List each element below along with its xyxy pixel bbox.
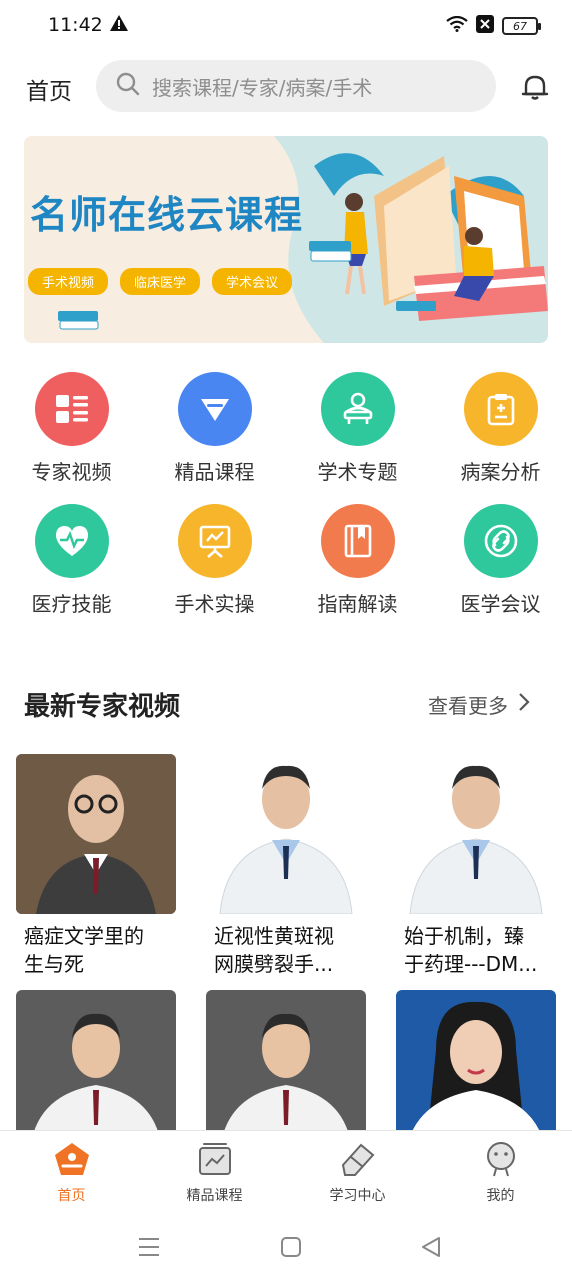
category-label: 医学会议 xyxy=(460,592,541,616)
video-thumbnail xyxy=(16,990,176,1150)
banner-title: 名师在线云课程 xyxy=(30,193,304,237)
list-icon xyxy=(34,372,109,446)
sim-off-icon xyxy=(476,15,494,37)
clipboard-icon xyxy=(463,372,538,446)
status-time: 11:42 xyxy=(48,14,103,36)
category-grid: 专家视频 精品课程 学术专题 病案分析 医疗技能 手术实操 指南解读 医学会议 xyxy=(0,372,572,636)
category-academic-topic[interactable]: 学术专题 xyxy=(286,372,429,504)
profile-icon xyxy=(484,1141,518,1181)
bottom-nav: 首页 精品课程 学习中心 我的 xyxy=(0,1130,572,1216)
video-card[interactable]: 近视性黄斑视 网膜劈裂手... xyxy=(206,754,366,978)
system-nav-bar xyxy=(0,1216,572,1280)
video-title-line: 近视性黄斑视 xyxy=(214,924,334,948)
book-icon xyxy=(320,504,395,578)
category-label: 指南解读 xyxy=(317,592,398,616)
category-label: 病案分析 xyxy=(460,460,541,484)
search-icon xyxy=(116,72,140,100)
wifi-icon xyxy=(446,15,468,36)
status-bar: 11:42 67 xyxy=(0,0,572,52)
heart-icon xyxy=(34,504,109,578)
nav-label: 我的 xyxy=(486,1188,515,1204)
view-more-link[interactable]: 查看更多 xyxy=(428,690,530,719)
battery-indicator: 67 xyxy=(502,17,541,35)
home-icon xyxy=(53,1141,91,1181)
video-title: 癌症文学里的 生与死 xyxy=(16,922,176,978)
status-icons: 67 xyxy=(446,15,541,37)
category-expert-video[interactable]: 专家视频 xyxy=(0,372,143,504)
lecturer-icon xyxy=(320,372,395,446)
search-input[interactable]: 搜索课程/专家/病案/手术 xyxy=(96,60,496,112)
category-case-analysis[interactable]: 病案分析 xyxy=(429,372,572,504)
banner-tag: 临床医学 xyxy=(120,268,201,295)
video-card[interactable] xyxy=(396,990,556,1150)
nav-label: 首页 xyxy=(57,1188,86,1204)
page-title: 首页 xyxy=(26,79,72,105)
notification-bell-icon[interactable] xyxy=(520,72,550,106)
nav-premium-course[interactable]: 精品课程 xyxy=(143,1131,286,1216)
video-title-line: 生与死 xyxy=(24,952,84,976)
home-square-icon[interactable] xyxy=(280,1236,302,1262)
search-placeholder: 搜索课程/专家/病案/手术 xyxy=(152,75,373,100)
banner-illustration xyxy=(24,136,548,343)
video-title-line: 始于机制，臻 xyxy=(404,924,524,948)
nav-label: 精品课程 xyxy=(186,1188,243,1204)
video-thumbnail xyxy=(206,990,366,1150)
warning-icon xyxy=(110,15,128,35)
video-title-line: 网膜劈裂手... xyxy=(214,952,334,976)
video-card[interactable] xyxy=(16,990,176,1150)
category-label: 医疗技能 xyxy=(31,592,112,616)
video-card[interactable] xyxy=(206,990,366,1150)
video-thumbnail xyxy=(396,990,556,1150)
eraser-pencil-icon xyxy=(339,1141,377,1181)
presentation-icon xyxy=(177,504,252,578)
video-thumbnail xyxy=(396,754,556,914)
nav-learning-center[interactable]: 学习中心 xyxy=(286,1131,429,1216)
category-medical-skill[interactable]: 医疗技能 xyxy=(0,504,143,636)
video-thumbnail xyxy=(206,754,366,914)
category-label: 精品课程 xyxy=(174,460,255,484)
video-thumbnail xyxy=(16,754,176,914)
nav-home[interactable]: 首页 xyxy=(0,1131,143,1216)
category-medical-conference[interactable]: 医学会议 xyxy=(429,504,572,636)
section-title: 最新专家视频 xyxy=(24,692,181,722)
nav-profile[interactable]: 我的 xyxy=(429,1131,572,1216)
diamond-icon xyxy=(177,372,252,446)
category-surgery-practice[interactable]: 手术实操 xyxy=(143,504,286,636)
video-title: 始于机制，臻 于药理---DM... xyxy=(396,922,556,978)
category-label: 专家视频 xyxy=(31,460,112,484)
menu-icon[interactable] xyxy=(138,1236,160,1262)
course-icon xyxy=(197,1141,233,1181)
nav-label: 学习中心 xyxy=(329,1188,386,1204)
category-premium-course[interactable]: 精品课程 xyxy=(143,372,286,504)
category-guide-reading[interactable]: 指南解读 xyxy=(286,504,429,636)
view-more-label: 查看更多 xyxy=(428,694,508,718)
category-label: 手术实操 xyxy=(174,592,255,616)
video-title-line: 于药理---DM... xyxy=(404,952,538,976)
banner-tag: 学术会议 xyxy=(212,268,293,295)
banner-tags: 手术视频 临床医学 学术会议 xyxy=(28,268,293,295)
video-card[interactable]: 癌症文学里的 生与死 xyxy=(16,754,176,978)
banner-tag: 手术视频 xyxy=(28,268,109,295)
chevron-right-icon xyxy=(518,692,530,717)
promo-banner[interactable]: 名师在线云课程 手术视频 临床医学 学术会议 xyxy=(24,136,548,343)
back-triangle-icon[interactable] xyxy=(420,1236,442,1262)
category-label: 学术专题 xyxy=(317,460,398,484)
video-card[interactable]: 始于机制，臻 于药理---DM... xyxy=(396,754,556,978)
video-title: 近视性黄斑视 网膜劈裂手... xyxy=(206,922,366,978)
link-icon xyxy=(463,504,538,578)
video-title-line: 癌症文学里的 xyxy=(24,924,144,948)
